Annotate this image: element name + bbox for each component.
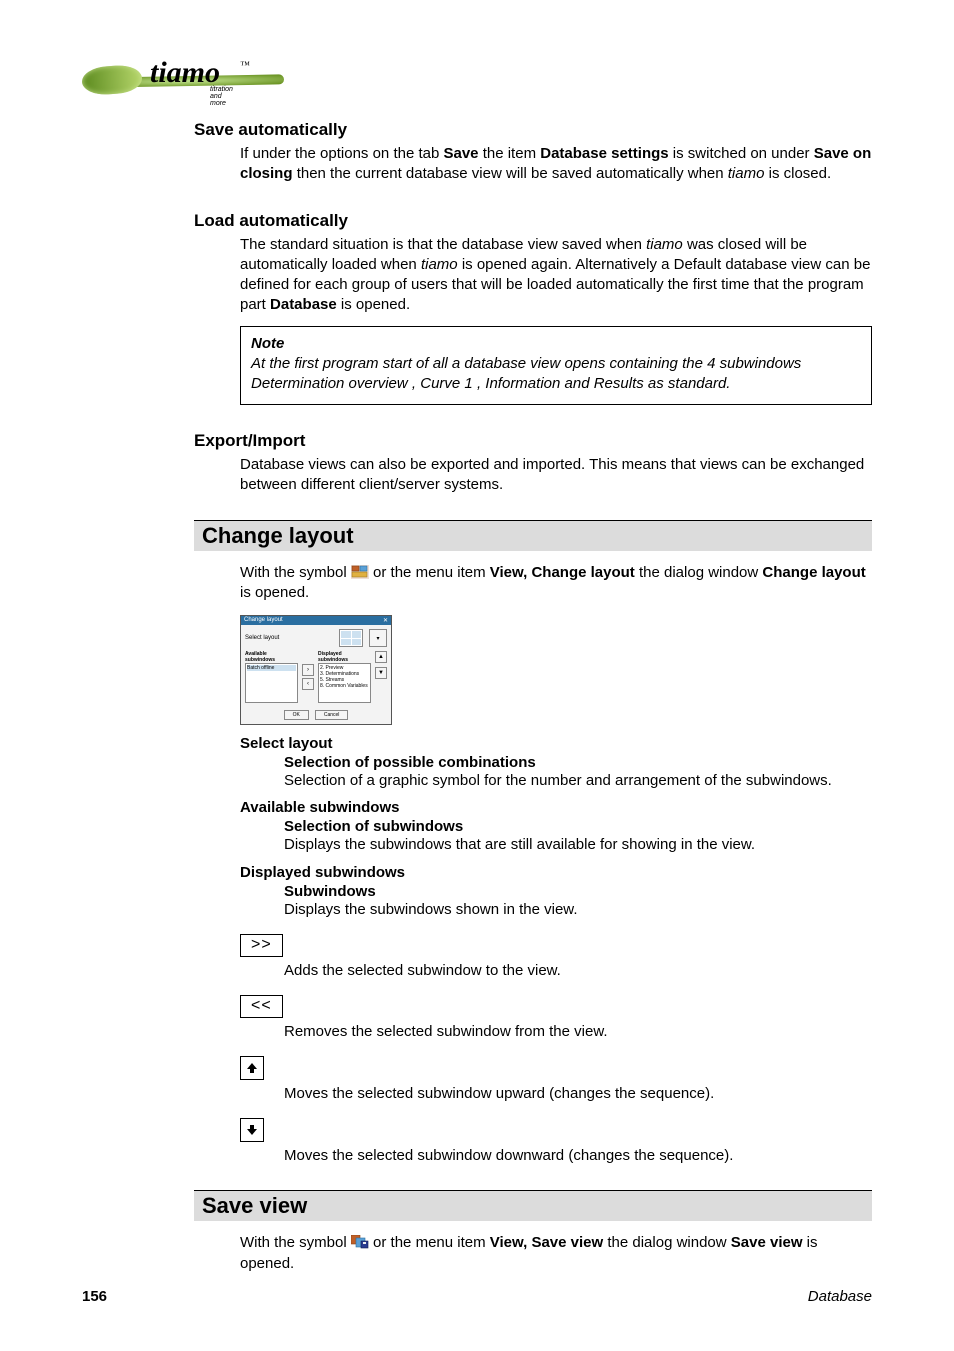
subwindow-name: Results <box>594 375 644 392</box>
text: The standard situation is that the datab… <box>240 236 646 253</box>
desc-move-up: Moves the selected subwindow upward (cha… <box>284 1084 872 1104</box>
paragraph-export-import: Database views can also be exported and … <box>240 455 872 496</box>
brand-name: tiamo <box>421 256 458 273</box>
heading-export-import: Export/Import <box>194 431 872 451</box>
brand-name: tiamo <box>728 165 765 182</box>
move-down-button <box>240 1118 264 1142</box>
text: the dialog window <box>607 1234 730 1251</box>
text: as standard. <box>648 375 731 392</box>
text: If under the options on the tab <box>240 145 443 162</box>
desc-move-down: Moves the selected subwindow downward (c… <box>284 1146 872 1166</box>
logo-text: tiamo <box>150 56 220 90</box>
logo-trademark: ™ <box>240 60 250 71</box>
dialog-titlebar: Change layout ✕ <box>241 616 391 625</box>
text: then the current database view will be s… <box>297 165 728 182</box>
desc-remove-subwindow: Removes the selected subwindow from the … <box>284 1022 872 1042</box>
term-displayed-subwindows: Displayed subwindows <box>240 864 872 881</box>
page-footer: 156 Database <box>82 1288 872 1305</box>
brand-logo: tiamo ™ titration and more <box>82 58 222 102</box>
subterm-selection-subwindows: Selection of subwindows <box>284 818 872 835</box>
text: or the menu item <box>373 564 490 581</box>
dialog-title: Change layout <box>244 617 283 624</box>
list-item: 8. Common Variables <box>320 683 369 689</box>
subwindow-name: Information <box>485 375 560 392</box>
note-title: Note <box>251 335 861 352</box>
text: At the first program start of all a data… <box>251 355 801 372</box>
text: With the symbol <box>240 1234 351 1251</box>
available-subwindows-list: Batch offline <box>245 663 298 703</box>
menu-item-name: View, Change layout <box>490 564 635 581</box>
term-available-subwindows: Available subwindows <box>240 799 872 816</box>
text: is opened. <box>240 584 309 601</box>
desc-selection-subwindows: Displays the subwindows that are still a… <box>284 835 872 855</box>
heading-load-automatically: Load automatically <box>194 211 872 231</box>
up-arrow-icon: ▲ <box>375 651 387 663</box>
note-body: At the first program start of all a data… <box>251 355 801 392</box>
note-callout: Note At the first program start of all a… <box>240 326 872 406</box>
dialog-name: Save view <box>731 1234 803 1251</box>
heading-save-view: Save view <box>194 1190 872 1221</box>
dialog-thumbnail: Change layout ✕ Select layout ▾ Availabl… <box>240 615 392 725</box>
ui-tab-name: Save <box>443 145 478 162</box>
text: the dialog window <box>639 564 762 581</box>
footer-section-name: Database <box>808 1288 872 1305</box>
desc-possible-combinations: Selection of a graphic symbol for the nu… <box>284 771 872 791</box>
change-layout-icon <box>351 565 369 579</box>
subwindow-name: Curve 1 <box>420 375 473 392</box>
add-subwindow-button: >> <box>240 934 283 957</box>
paragraph-change-layout-intro: With the symbol or the menu item View, C… <box>240 563 872 604</box>
chevron-down-icon: ▾ <box>369 629 387 647</box>
page-number: 156 <box>82 1288 107 1305</box>
list-item: Batch offline <box>247 665 296 671</box>
select-layout-label: Select layout <box>245 635 333 641</box>
text: is opened. <box>341 296 410 313</box>
close-icon: ✕ <box>383 617 388 624</box>
ui-item-name: Database settings <box>540 145 668 162</box>
document-page: tiamo ™ titration and more Save automati… <box>0 0 954 1351</box>
desc-add-subwindow: Adds the selected subwindow to the view. <box>284 961 872 981</box>
cancel-button: Cancel <box>315 710 349 720</box>
dialog-name: Change layout <box>762 564 865 581</box>
paragraph-load-automatically: The standard situation is that the datab… <box>240 235 872 316</box>
down-arrow-icon: ▼ <box>375 667 387 679</box>
text: the item <box>483 145 541 162</box>
brand-name: tiamo <box>646 236 683 253</box>
ui-part-name: Database <box>270 296 337 313</box>
text: or the menu item <box>373 1234 490 1251</box>
move-right-icon: › <box>302 664 314 676</box>
desc-subwindows: Displays the subwindows shown in the vie… <box>284 900 872 920</box>
ok-button: OK <box>284 710 309 720</box>
displayed-subwindows-header: Displayed subwindows <box>318 651 371 663</box>
text: is switched on under <box>673 145 814 162</box>
subterm-possible-combinations: Selection of possible combinations <box>284 754 872 771</box>
heading-save-automatically: Save automatically <box>194 120 872 140</box>
menu-item-name: View, Save view <box>490 1234 603 1251</box>
available-subwindows-header: Available subwindows <box>245 651 298 663</box>
header-logo-area: tiamo ™ titration and more <box>82 58 872 102</box>
up-arrow-icon <box>245 1061 259 1075</box>
logo-tagline: titration and more <box>210 86 233 107</box>
displayed-subwindows-list: 2. Preview 3. Determinations 5. Streams … <box>318 663 371 703</box>
layout-grid-icon <box>339 629 363 647</box>
subterm-subwindows: Subwindows <box>284 883 872 900</box>
text: With the symbol <box>240 564 351 581</box>
down-arrow-icon <box>245 1123 259 1137</box>
text: , <box>412 375 420 392</box>
paragraph-save-view-intro: With the symbol or the menu item View, S… <box>240 1233 872 1274</box>
term-select-layout: Select layout <box>240 735 872 752</box>
logo-ellipse-graphic <box>81 64 143 96</box>
paragraph-save-automatically: If under the options on the tab Save the… <box>240 144 872 185</box>
save-view-icon <box>351 1235 369 1249</box>
move-up-button <box>240 1056 264 1080</box>
subwindow-name: Determination overview <box>251 375 408 392</box>
text: is closed. <box>769 165 832 182</box>
remove-subwindow-button: << <box>240 995 283 1018</box>
text: and <box>565 375 594 392</box>
heading-change-layout: Change layout <box>194 520 872 551</box>
move-left-icon: ‹ <box>302 678 314 690</box>
